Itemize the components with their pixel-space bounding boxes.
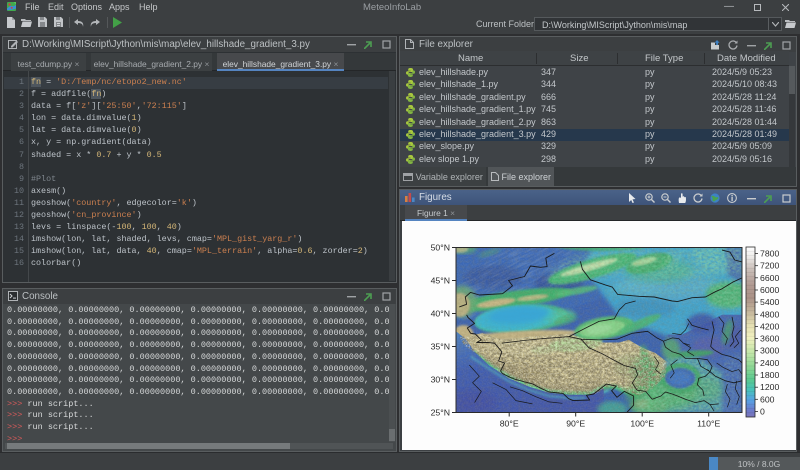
- svg-text:45°N: 45°N: [431, 276, 450, 286]
- svg-text:5400: 5400: [760, 297, 779, 307]
- svg-text:7800: 7800: [760, 249, 779, 259]
- svg-text:4200: 4200: [760, 321, 779, 331]
- svg-text:90°E: 90°E: [566, 419, 585, 429]
- svg-text:4800: 4800: [760, 309, 779, 319]
- svg-text:0: 0: [760, 407, 765, 417]
- svg-text:1800: 1800: [760, 370, 779, 380]
- svg-text:50°N: 50°N: [431, 243, 450, 253]
- svg-text:30°N: 30°N: [431, 375, 450, 385]
- svg-text:2400: 2400: [760, 358, 779, 368]
- svg-text:1200: 1200: [760, 382, 779, 392]
- svg-text:35°N: 35°N: [431, 342, 450, 352]
- svg-text:25°N: 25°N: [431, 408, 450, 418]
- svg-text:3600: 3600: [760, 334, 779, 344]
- svg-text:80°E: 80°E: [500, 419, 519, 429]
- svg-text:6600: 6600: [760, 273, 779, 283]
- svg-text:600: 600: [760, 394, 775, 404]
- svg-text:110°E: 110°E: [697, 419, 720, 429]
- svg-text:7200: 7200: [760, 261, 779, 271]
- svg-text:40°N: 40°N: [431, 309, 450, 319]
- svg-text:100°E: 100°E: [630, 419, 654, 429]
- svg-text:3000: 3000: [760, 346, 779, 356]
- svg-text:6000: 6000: [760, 285, 779, 295]
